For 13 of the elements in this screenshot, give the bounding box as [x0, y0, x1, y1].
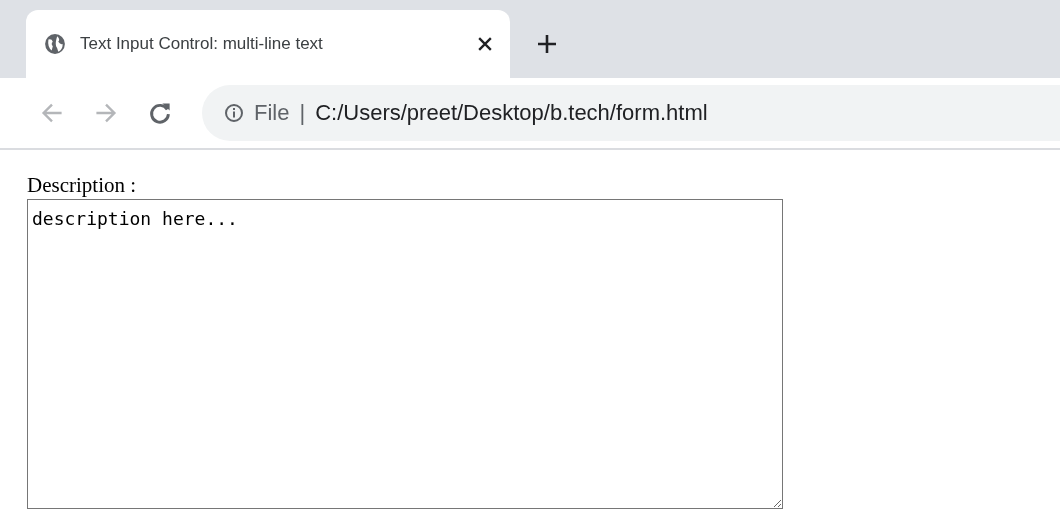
- close-icon[interactable]: [478, 37, 492, 51]
- new-tab-icon[interactable]: [538, 35, 556, 53]
- info-icon[interactable]: [224, 103, 244, 123]
- reload-icon[interactable]: [148, 101, 172, 125]
- tab-title: Text Input Control: multi-line text: [80, 34, 324, 54]
- browser-tab[interactable]: Text Input Control: multi-line text: [26, 10, 510, 78]
- field-label: Description :: [27, 172, 138, 199]
- globe-icon: [44, 33, 66, 55]
- description-textarea[interactable]: description here...: [27, 199, 783, 510]
- scheme-label: File: [254, 100, 290, 126]
- address-bar[interactable]: File | C:/Users/preet/Desktop/b.tech/form.html: [202, 85, 1060, 141]
- separator-text: |: [299, 100, 306, 126]
- url-text: C:/Users/preet/Desktop/b.tech/form.html: [315, 100, 708, 126]
